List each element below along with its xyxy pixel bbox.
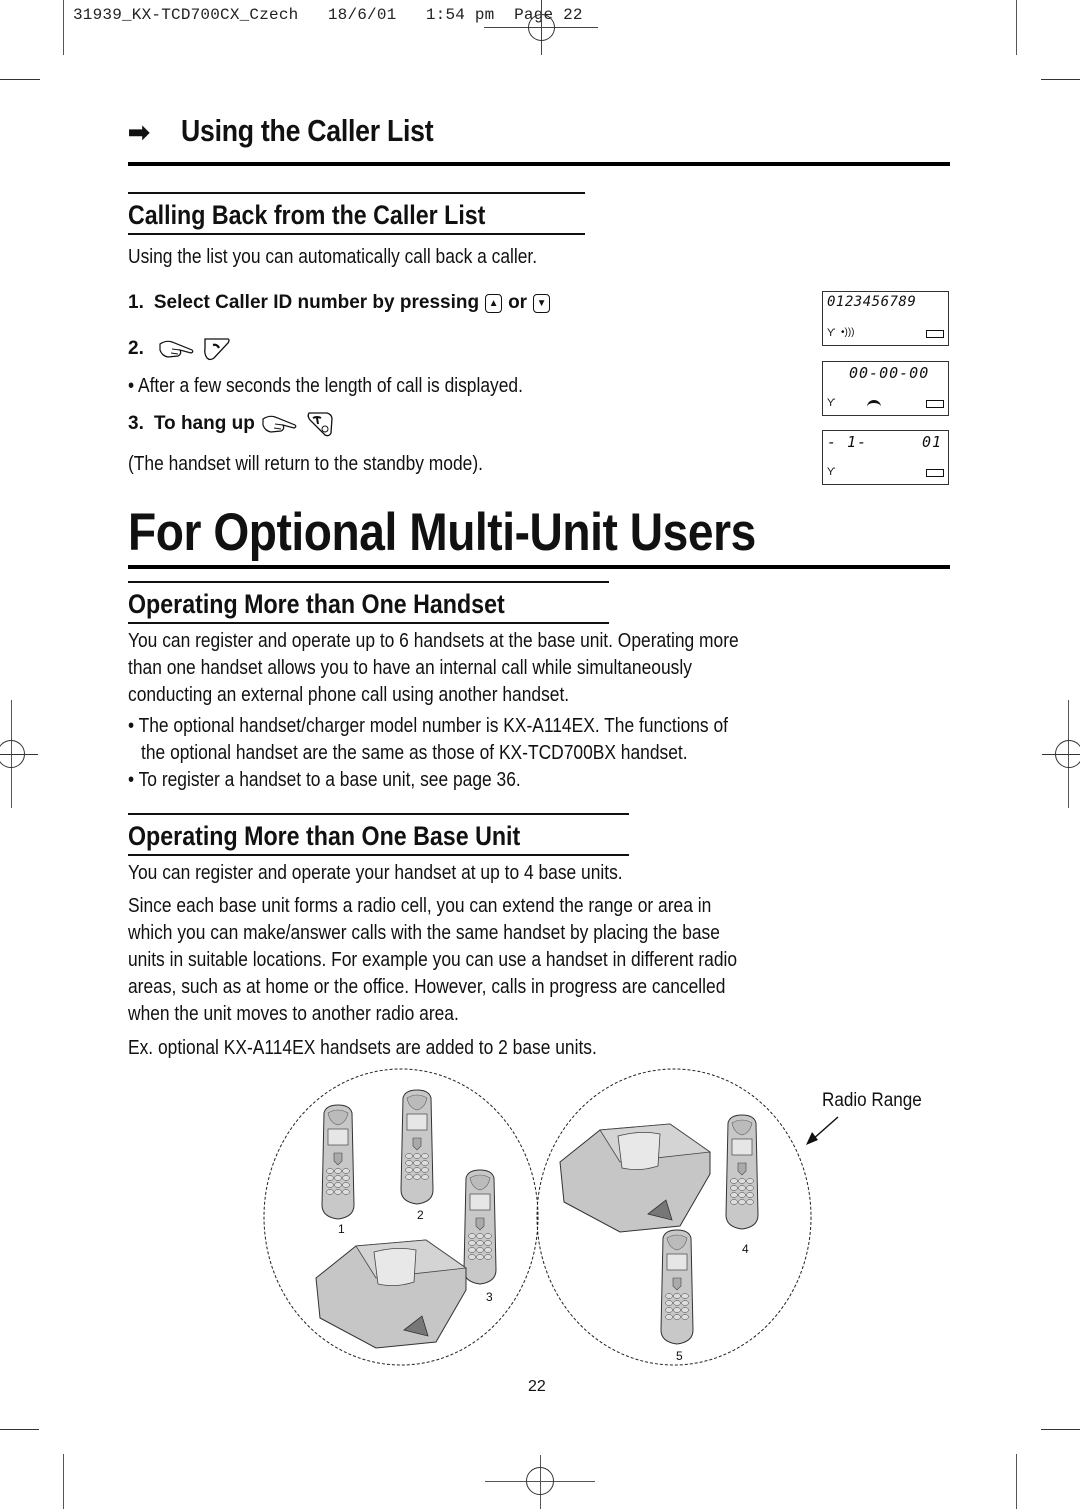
handset-label: 4 (742, 1242, 749, 1256)
base-unit-illustration (559, 1123, 711, 1233)
handset-illustration (660, 1229, 694, 1345)
handset-label: 1 (338, 1222, 345, 1236)
radio-range-figure (263, 1068, 839, 1366)
handset-illustration (321, 1104, 355, 1220)
radio-range-arrowhead (806, 1132, 818, 1145)
handset-illustration (400, 1089, 434, 1205)
radio-range-arrow (811, 1116, 839, 1141)
base-unit-illustration (315, 1239, 467, 1349)
handset-label: 2 (417, 1208, 424, 1222)
handset-illustration (463, 1169, 497, 1285)
handset-label: 3 (486, 1290, 493, 1304)
handset-illustration (725, 1114, 759, 1230)
handset-label: 5 (676, 1349, 683, 1363)
page-number: 22 (528, 1378, 546, 1395)
